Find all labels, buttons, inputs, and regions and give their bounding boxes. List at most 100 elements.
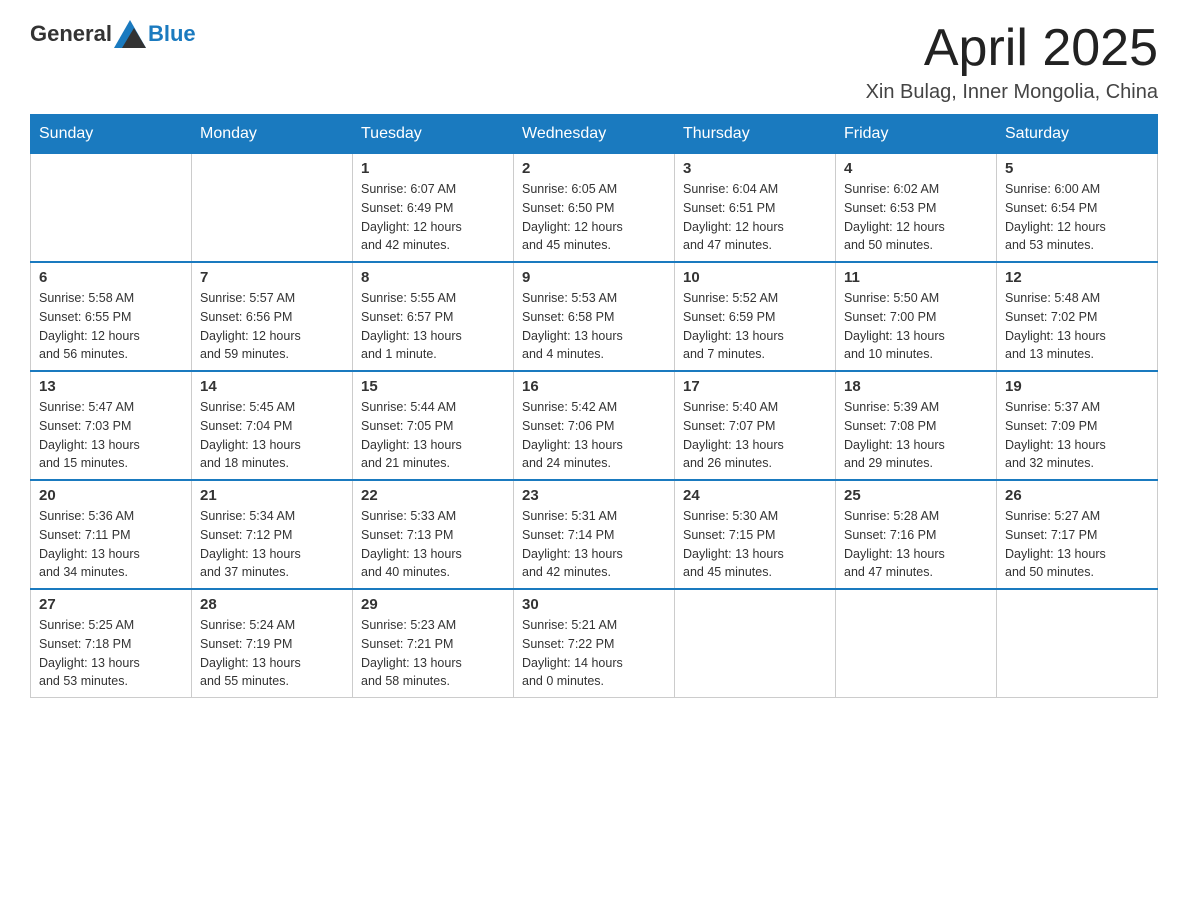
day-info: Sunrise: 5:48 AMSunset: 7:02 PMDaylight:… bbox=[1005, 289, 1149, 364]
day-number: 19 bbox=[1005, 378, 1149, 395]
calendar-cell: 27Sunrise: 5:25 AMSunset: 7:18 PMDayligh… bbox=[31, 589, 192, 698]
calendar-cell: 8Sunrise: 5:55 AMSunset: 6:57 PMDaylight… bbox=[353, 262, 514, 371]
day-info: Sunrise: 6:04 AMSunset: 6:51 PMDaylight:… bbox=[683, 180, 827, 255]
day-info: Sunrise: 6:00 AMSunset: 6:54 PMDaylight:… bbox=[1005, 180, 1149, 255]
weekday-header-thursday: Thursday bbox=[675, 115, 836, 154]
day-number: 20 bbox=[39, 487, 183, 504]
calendar-cell: 5 Sunrise: 6:00 AMSunset: 6:54 PMDaylight… bbox=[997, 154, 1158, 263]
calendar-cell: 21 Sunrise: 5:34 AMSunset: 7:12 PMDayligh… bbox=[192, 480, 353, 589]
day-number: 2 bbox=[522, 160, 666, 177]
day-info: Sunrise: 5:47 AMSunset: 7:03 PMDaylight:… bbox=[39, 398, 183, 473]
day-number: 5 bbox=[1005, 160, 1149, 177]
day-number: 21 bbox=[200, 487, 344, 504]
day-number: 18 bbox=[844, 378, 988, 395]
calendar-cell: 29 Sunrise: 5:23 AMSunset: 7:21 PMDayligh… bbox=[353, 589, 514, 698]
day-info: Sunrise: 6:07 AMSunset: 6:49 PMDaylight:… bbox=[361, 180, 505, 255]
day-number: 13 bbox=[39, 378, 183, 395]
week-row-4: 20 Sunrise: 5:36 AMSunset: 7:11 PMDayligh… bbox=[31, 480, 1158, 589]
week-row-5: 27Sunrise: 5:25 AMSunset: 7:18 PMDayligh… bbox=[31, 589, 1158, 698]
calendar-cell bbox=[675, 589, 836, 698]
day-info: Sunrise: 5:57 AMSunset: 6:56 PMDaylight:… bbox=[200, 289, 344, 364]
weekday-header-monday: Monday bbox=[192, 115, 353, 154]
calendar-cell: 19 Sunrise: 5:37 AMSunset: 7:09 PMDayligh… bbox=[997, 371, 1158, 480]
day-info: Sunrise: 5:36 AMSunset: 7:11 PMDaylight:… bbox=[39, 507, 183, 582]
calendar-cell: 13 Sunrise: 5:47 AMSunset: 7:03 PMDayligh… bbox=[31, 371, 192, 480]
day-info: Sunrise: 5:34 AMSunset: 7:12 PMDaylight:… bbox=[200, 507, 344, 582]
weekday-header-row: SundayMondayTuesdayWednesdayThursdayFrid… bbox=[31, 115, 1158, 154]
day-info: Sunrise: 5:28 AMSunset: 7:16 PMDaylight:… bbox=[844, 507, 988, 582]
logo-blue-text: Blue bbox=[148, 21, 196, 47]
calendar-cell: 11 Sunrise: 5:50 AMSunset: 7:00 PMDayligh… bbox=[836, 262, 997, 371]
calendar-cell: 17Sunrise: 5:40 AMSunset: 7:07 PMDayligh… bbox=[675, 371, 836, 480]
day-info: Sunrise: 5:25 AMSunset: 7:18 PMDaylight:… bbox=[39, 616, 183, 691]
calendar-cell: 7 Sunrise: 5:57 AMSunset: 6:56 PMDaylight… bbox=[192, 262, 353, 371]
calendar-cell: 28 Sunrise: 5:24 AMSunset: 7:19 PMDayligh… bbox=[192, 589, 353, 698]
calendar-cell: 20 Sunrise: 5:36 AMSunset: 7:11 PMDayligh… bbox=[31, 480, 192, 589]
day-number: 4 bbox=[844, 160, 988, 177]
day-info: Sunrise: 5:58 AMSunset: 6:55 PMDaylight:… bbox=[39, 289, 183, 364]
day-number: 6 bbox=[39, 269, 183, 286]
calendar-cell: 10 Sunrise: 5:52 AMSunset: 6:59 PMDayligh… bbox=[675, 262, 836, 371]
day-info: Sunrise: 5:50 AMSunset: 7:00 PMDaylight:… bbox=[844, 289, 988, 364]
weekday-header-tuesday: Tuesday bbox=[353, 115, 514, 154]
day-number: 10 bbox=[683, 269, 827, 286]
calendar-cell bbox=[192, 154, 353, 263]
calendar-cell: 6 Sunrise: 5:58 AMSunset: 6:55 PMDaylight… bbox=[31, 262, 192, 371]
day-number: 11 bbox=[844, 269, 988, 286]
calendar-cell bbox=[31, 154, 192, 263]
day-number: 22 bbox=[361, 487, 505, 504]
weekday-header-sunday: Sunday bbox=[31, 115, 192, 154]
day-number: 28 bbox=[200, 596, 344, 613]
calendar-cell: 15Sunrise: 5:44 AMSunset: 7:05 PMDayligh… bbox=[353, 371, 514, 480]
calendar-table: SundayMondayTuesdayWednesdayThursdayFrid… bbox=[30, 114, 1158, 698]
calendar-cell: 3 Sunrise: 6:04 AMSunset: 6:51 PMDaylight… bbox=[675, 154, 836, 263]
weekday-header-saturday: Saturday bbox=[997, 115, 1158, 154]
day-number: 17 bbox=[683, 378, 827, 395]
weekday-header-friday: Friday bbox=[836, 115, 997, 154]
day-number: 29 bbox=[361, 596, 505, 613]
day-info: Sunrise: 5:23 AMSunset: 7:21 PMDaylight:… bbox=[361, 616, 505, 691]
day-info: Sunrise: 5:45 AMSunset: 7:04 PMDaylight:… bbox=[200, 398, 344, 473]
day-info: Sunrise: 5:21 AMSunset: 7:22 PMDaylight:… bbox=[522, 616, 666, 691]
day-info: Sunrise: 5:42 AMSunset: 7:06 PMDaylight:… bbox=[522, 398, 666, 473]
calendar-cell: 22 Sunrise: 5:33 AMSunset: 7:13 PMDayligh… bbox=[353, 480, 514, 589]
logo-general-text: General bbox=[30, 21, 112, 47]
day-info: Sunrise: 5:27 AMSunset: 7:17 PMDaylight:… bbox=[1005, 507, 1149, 582]
day-info: Sunrise: 5:53 AMSunset: 6:58 PMDaylight:… bbox=[522, 289, 666, 364]
calendar-cell: 12Sunrise: 5:48 AMSunset: 7:02 PMDayligh… bbox=[997, 262, 1158, 371]
day-number: 24 bbox=[683, 487, 827, 504]
day-info: Sunrise: 5:52 AMSunset: 6:59 PMDaylight:… bbox=[683, 289, 827, 364]
title-area: April 2025 Xin Bulag, Inner Mongolia, Ch… bbox=[866, 20, 1158, 104]
day-number: 7 bbox=[200, 269, 344, 286]
day-number: 16 bbox=[522, 378, 666, 395]
day-info: Sunrise: 5:33 AMSunset: 7:13 PMDaylight:… bbox=[361, 507, 505, 582]
day-number: 9 bbox=[522, 269, 666, 286]
calendar-cell: 9 Sunrise: 5:53 AMSunset: 6:58 PMDaylight… bbox=[514, 262, 675, 371]
week-row-2: 6 Sunrise: 5:58 AMSunset: 6:55 PMDaylight… bbox=[31, 262, 1158, 371]
location-title: Xin Bulag, Inner Mongolia, China bbox=[866, 81, 1158, 104]
header: General Blue April 2025 Xin Bulag, Inner… bbox=[30, 20, 1158, 104]
calendar-cell: 14Sunrise: 5:45 AMSunset: 7:04 PMDayligh… bbox=[192, 371, 353, 480]
calendar-cell bbox=[836, 589, 997, 698]
logo-icon bbox=[114, 20, 146, 48]
calendar-cell: 26 Sunrise: 5:27 AMSunset: 7:17 PMDayligh… bbox=[997, 480, 1158, 589]
day-info: Sunrise: 5:31 AMSunset: 7:14 PMDaylight:… bbox=[522, 507, 666, 582]
calendar-cell bbox=[997, 589, 1158, 698]
calendar-cell: 30Sunrise: 5:21 AMSunset: 7:22 PMDayligh… bbox=[514, 589, 675, 698]
day-info: Sunrise: 5:39 AMSunset: 7:08 PMDaylight:… bbox=[844, 398, 988, 473]
day-info: Sunrise: 6:05 AMSunset: 6:50 PMDaylight:… bbox=[522, 180, 666, 255]
calendar-cell: 24Sunrise: 5:30 AMSunset: 7:15 PMDayligh… bbox=[675, 480, 836, 589]
day-info: Sunrise: 5:24 AMSunset: 7:19 PMDaylight:… bbox=[200, 616, 344, 691]
day-number: 26 bbox=[1005, 487, 1149, 504]
day-info: Sunrise: 5:37 AMSunset: 7:09 PMDaylight:… bbox=[1005, 398, 1149, 473]
week-row-1: 1Sunrise: 6:07 AMSunset: 6:49 PMDaylight… bbox=[31, 154, 1158, 263]
day-info: Sunrise: 6:02 AMSunset: 6:53 PMDaylight:… bbox=[844, 180, 988, 255]
calendar-cell: 23Sunrise: 5:31 AMSunset: 7:14 PMDayligh… bbox=[514, 480, 675, 589]
day-number: 8 bbox=[361, 269, 505, 286]
calendar-cell: 25Sunrise: 5:28 AMSunset: 7:16 PMDayligh… bbox=[836, 480, 997, 589]
day-number: 3 bbox=[683, 160, 827, 177]
calendar-cell: 2 Sunrise: 6:05 AMSunset: 6:50 PMDaylight… bbox=[514, 154, 675, 263]
calendar-cell: 1Sunrise: 6:07 AMSunset: 6:49 PMDaylight… bbox=[353, 154, 514, 263]
week-row-3: 13 Sunrise: 5:47 AMSunset: 7:03 PMDayligh… bbox=[31, 371, 1158, 480]
day-info: Sunrise: 5:44 AMSunset: 7:05 PMDaylight:… bbox=[361, 398, 505, 473]
